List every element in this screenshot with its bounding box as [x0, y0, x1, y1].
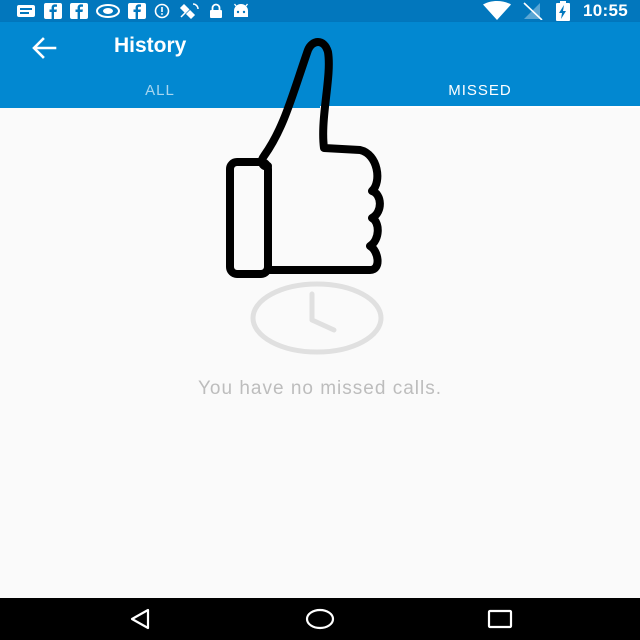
facebook-icon — [128, 3, 146, 19]
nav-recents-button[interactable] — [478, 605, 522, 633]
navigation-bar — [0, 598, 640, 640]
notification-icons — [16, 2, 250, 20]
lock-icon — [210, 3, 222, 18]
nvidia-icon — [96, 4, 120, 18]
back-triangle-icon — [130, 608, 150, 630]
recents-square-icon — [487, 609, 513, 629]
status-bar: 10:55 — [0, 0, 640, 22]
page-title: History — [114, 34, 187, 57]
battery-charging-icon — [556, 1, 571, 21]
empty-state-message: You have no missed calls. — [198, 378, 442, 399]
satellite-icon — [179, 3, 199, 20]
status-clock: 10:55 — [583, 1, 628, 20]
no-sim-icon — [523, 2, 543, 20]
nav-home-button[interactable] — [298, 605, 342, 633]
messages-icon — [17, 5, 35, 17]
info-icon — [154, 3, 170, 19]
facebook-icon — [70, 3, 88, 19]
back-button[interactable] — [26, 32, 62, 64]
clock-icon — [250, 281, 384, 355]
tab-missed-label: MISSED — [448, 81, 512, 99]
thumbs-up-icon — [226, 38, 384, 278]
home-circle-icon — [305, 608, 335, 630]
facebook-icon — [44, 3, 62, 19]
wifi-icon — [483, 1, 512, 20]
system-icons: 10:55 — [483, 0, 628, 22]
nav-back-button[interactable] — [118, 605, 162, 633]
arrow-back-icon — [32, 37, 57, 59]
android-icon — [233, 3, 249, 17]
